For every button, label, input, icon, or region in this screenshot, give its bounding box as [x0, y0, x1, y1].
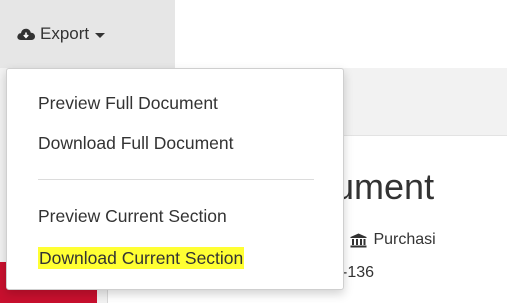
- menu-item-label: Preview Full Document: [38, 93, 218, 113]
- toolbar: Export: [0, 0, 507, 68]
- document-number: -136: [342, 264, 375, 281]
- export-label: Export: [40, 24, 90, 43]
- menu-item-preview-full-document[interactable]: Preview Full Document: [7, 91, 343, 115]
- menu-item-preview-current-section[interactable]: Preview Current Section: [7, 204, 343, 228]
- document-meta: id Purchasi: [328, 231, 436, 249]
- caret-down-icon: [95, 32, 106, 38]
- cloud-download-icon: [17, 28, 35, 40]
- institution-icon: [350, 233, 367, 247]
- menu-item-download-current-section[interactable]: Download Current Section: [7, 246, 343, 270]
- menu-divider: [38, 179, 314, 180]
- export-button[interactable]: Export: [0, 0, 175, 68]
- menu-item-label: Download Full Document: [38, 133, 234, 153]
- menu-item-label-highlighted: Download Current Section: [38, 247, 245, 269]
- meta-right-text: Purchasi: [373, 231, 436, 248]
- menu-item-label: Preview Current Section: [38, 206, 227, 226]
- menu-item-download-full-document[interactable]: Download Full Document: [7, 131, 343, 155]
- export-dropdown-menu: Preview Full Document Download Full Docu…: [6, 68, 344, 290]
